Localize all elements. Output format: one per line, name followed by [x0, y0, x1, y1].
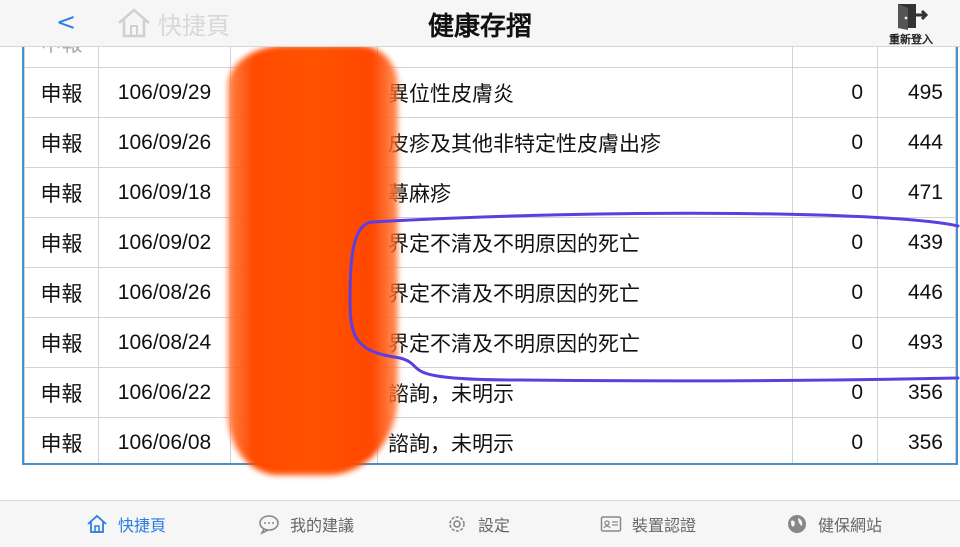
record-cost-cell [792, 47, 878, 68]
record-date-cell: 106/08/24 [98, 317, 231, 368]
relogin-label: 重新登入 [889, 33, 933, 46]
tab-settings[interactable]: 設定 [446, 511, 510, 537]
table-row[interactable]: 申報 106/08/26 界定不清及不明原因的死亡 0 446 [24, 267, 956, 318]
tab-home-label: 快捷頁 [118, 516, 167, 535]
record-cost-cell: 0 [792, 417, 878, 463]
table-row[interactable]: 申報 106/08/24 界定不清及不明原因的死亡 0 493 [24, 317, 956, 368]
record-cost-cell: 0 [792, 117, 878, 168]
record-points-cell: 471 [877, 167, 956, 218]
logout-door-icon [898, 4, 929, 30]
record-points-cell: 493 [877, 317, 956, 368]
record-diagnosis-cell: 諮詢，未明示 [377, 417, 793, 463]
record-type-cell: 申報 [24, 67, 99, 118]
record-type-cell: 申報 [24, 117, 99, 168]
record-points-cell: 356 [877, 417, 956, 463]
tab-device-auth-label: 裝置認證 [632, 516, 697, 535]
record-date-cell: 106/09/02 [98, 217, 231, 268]
record-cost-cell: 0 [792, 217, 878, 268]
record-cost-cell: 0 [792, 367, 878, 418]
tab-settings-label: 設定 [478, 516, 511, 535]
tab-home[interactable]: 快捷頁 [86, 511, 166, 537]
record-type-cell: 申報 [24, 217, 99, 268]
record-date-cell [98, 47, 231, 68]
id-card-icon [600, 516, 622, 532]
globe-icon [788, 515, 806, 533]
page-title: 健康存摺 [427, 12, 532, 42]
record-diagnosis-cell: 界定不清及不明原因的死亡 [377, 267, 793, 318]
record-cost-cell: 0 [792, 317, 878, 368]
record-points-cell: 439 [877, 217, 956, 268]
record-diagnosis-cell: 界定不清及不明原因的死亡 [377, 217, 793, 268]
tab-suggestions[interactable]: 我的建議 [258, 511, 354, 537]
record-date-cell: 106/06/22 [98, 367, 231, 418]
table-row[interactable]: 申報 106/09/26 皮疹及其他非特定性皮膚出疹 0 444 [24, 117, 956, 168]
tab-suggestions-label: 我的建議 [290, 516, 355, 535]
redaction-scribble [228, 45, 398, 475]
bottom-tab-bar: 快捷頁 我的建議 設定 裝置認證 健保網站 [0, 500, 960, 547]
record-date-cell: 106/09/18 [98, 167, 231, 218]
record-diagnosis-cell: 諮詢，未明示 [377, 367, 793, 418]
record-points-cell: 446 [877, 267, 956, 318]
record-type-cell: 申報 [24, 417, 99, 463]
tab-device-auth[interactable]: 裝置認證 [600, 511, 696, 537]
tab-nhi-website[interactable]: 健保網站 [786, 511, 882, 537]
chat-bubble-icon [259, 515, 279, 535]
record-points-cell: 444 [877, 117, 956, 168]
gear-icon [449, 516, 465, 532]
record-date-cell: 106/08/26 [98, 267, 231, 318]
record-type-cell: 申報 [24, 267, 99, 318]
record-type-cell: 申報 [24, 167, 99, 218]
table-row[interactable]: 申報 106/06/08 諮詢，未明示 0 356 [24, 417, 956, 463]
record-cost-cell: 0 [792, 167, 878, 218]
medical-records-table: 申報 申報 106/09/29 異位性皮膚炎 0 495 申報 106/09/2… [22, 47, 958, 465]
record-cost-cell: 0 [792, 67, 878, 118]
tab-nhi-website-label: 健保網站 [818, 516, 883, 535]
record-type-cell: 申報 [24, 317, 99, 368]
relogin-button[interactable]: 重新登入 [876, 0, 946, 46]
record-cost-cell: 0 [792, 267, 878, 318]
record-type-cell: 申報 [24, 47, 99, 68]
record-points-cell: 495 [877, 67, 956, 118]
table-row[interactable]: 申報 106/09/02 界定不清及不明原因的死亡 0 439 [24, 217, 956, 268]
table-row[interactable]: 申報 106/06/22 諮詢，未明示 0 356 [24, 367, 956, 418]
record-diagnosis-cell: 蕁麻疹 [377, 167, 793, 218]
record-date-cell: 106/09/26 [98, 117, 231, 168]
table-row[interactable]: 申報 106/09/18 蕁麻疹 0 471 [24, 167, 956, 218]
record-diagnosis-cell: 皮疹及其他非特定性皮膚出疹 [377, 117, 793, 168]
table-row[interactable]: 申報 106/09/29 異位性皮膚炎 0 495 [24, 67, 956, 118]
table-row[interactable]: 申報 [24, 47, 956, 68]
top-bar: < 快捷頁 健康存摺 重新登入 [0, 0, 960, 47]
record-points-cell [877, 47, 956, 68]
record-diagnosis-cell: 界定不清及不明原因的死亡 [377, 317, 793, 368]
home-icon [87, 514, 107, 533]
record-points-cell: 356 [877, 367, 956, 418]
record-date-cell: 106/09/29 [98, 67, 231, 118]
record-type-cell: 申報 [24, 367, 99, 418]
record-diagnosis-cell: 異位性皮膚炎 [377, 67, 793, 118]
record-diagnosis-cell [377, 47, 793, 68]
record-date-cell: 106/06/08 [98, 417, 231, 463]
